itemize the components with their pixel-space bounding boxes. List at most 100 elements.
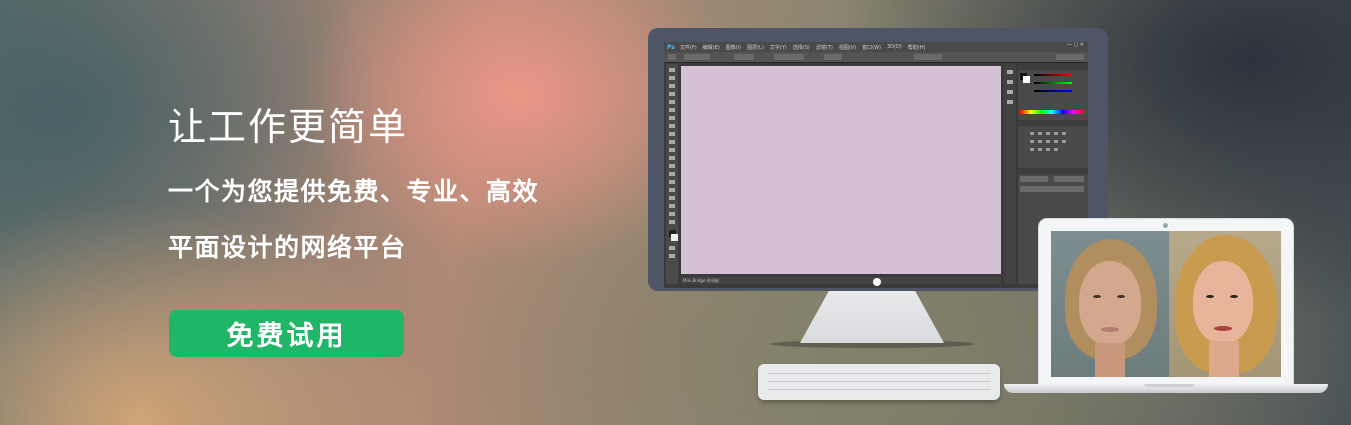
opacity-field[interactable] — [1054, 176, 1084, 182]
lasso-tool-icon[interactable] — [669, 84, 675, 88]
option-field[interactable] — [684, 54, 710, 60]
subline-2: 平面设计的网络平台 — [168, 233, 407, 262]
ps-options-bar — [664, 52, 1088, 63]
key-row — [768, 389, 990, 390]
adjustment-icon[interactable] — [1062, 140, 1066, 143]
marquee-tool-icon[interactable] — [669, 76, 675, 80]
ps-menu-type[interactable]: 文字(Y) — [770, 44, 787, 51]
face — [1079, 261, 1141, 345]
eye — [1117, 295, 1125, 298]
quick-select-tool-icon[interactable] — [669, 92, 675, 96]
character-panel-icon[interactable] — [1007, 90, 1013, 94]
ps-menu-edit[interactable]: 编辑(E) — [703, 44, 720, 51]
adjustment-icon[interactable] — [1046, 140, 1050, 143]
type-tool-icon[interactable] — [669, 188, 675, 192]
adjustment-icon[interactable] — [1038, 132, 1042, 135]
monitor-stand — [800, 291, 944, 343]
hand-tool-icon[interactable] — [669, 212, 675, 216]
color-spectrum[interactable] — [1020, 110, 1084, 114]
document-canvas[interactable] — [681, 66, 1001, 274]
quick-mask-icon[interactable] — [669, 246, 675, 250]
color-panel-tab[interactable] — [1018, 64, 1088, 70]
crop-tool-icon[interactable] — [669, 100, 675, 104]
laptop — [1038, 218, 1294, 386]
tool-preset-icon[interactable] — [668, 54, 676, 60]
adjustment-icon[interactable] — [1030, 140, 1034, 143]
ps-menu-view[interactable]: 视图(V) — [839, 44, 856, 51]
zoom-tool-icon[interactable] — [669, 220, 675, 224]
ps-menu-3d[interactable]: 3D(D) — [887, 44, 902, 50]
power-indicator-icon — [873, 278, 881, 286]
neck — [1095, 343, 1125, 377]
background-color-icon[interactable] — [671, 234, 678, 241]
blue-slider[interactable] — [1034, 90, 1072, 92]
adjustment-icon[interactable] — [1038, 140, 1042, 143]
paragraph-panel-icon[interactable] — [1007, 100, 1013, 104]
green-slider[interactable] — [1034, 82, 1072, 84]
healing-brush-tool-icon[interactable] — [669, 116, 675, 120]
ps-menu-window[interactable]: 窗口(W) — [862, 44, 881, 51]
subline-1: 一个为您提供免费、专业、高效 — [168, 177, 540, 206]
adjustment-icon[interactable] — [1038, 148, 1042, 151]
ps-toolbox — [666, 64, 678, 284]
photoshop-logo: Ps — [667, 43, 675, 51]
adjustment-icon[interactable] — [1054, 148, 1058, 151]
workspace-switcher[interactable] — [1056, 54, 1084, 60]
dodge-tool-icon[interactable] — [669, 172, 675, 176]
ps-status-bar: Mini Bridge 时间轴 — [681, 277, 1001, 284]
eraser-tool-icon[interactable] — [669, 148, 675, 152]
blur-tool-icon[interactable] — [669, 164, 675, 168]
screen-mode-icon[interactable] — [669, 254, 675, 258]
webcam-icon — [1163, 223, 1168, 228]
headline: 让工作更简单 — [168, 105, 409, 149]
properties-panel-icon[interactable] — [1007, 80, 1013, 84]
ps-menu-help[interactable]: 帮助(H) — [908, 44, 926, 51]
layers-panel-tab[interactable] — [1018, 168, 1088, 174]
adjustment-icon[interactable] — [1062, 132, 1066, 135]
portrait-before — [1051, 231, 1169, 377]
free-trial-button[interactable]: 免费试用 — [169, 310, 404, 357]
adjustment-icon[interactable] — [1046, 148, 1050, 151]
adjustment-icon[interactable] — [1030, 148, 1034, 151]
adjustment-icon[interactable] — [1054, 140, 1058, 143]
pen-tool-icon[interactable] — [669, 180, 675, 184]
option-field[interactable] — [734, 54, 754, 60]
bg-swatch[interactable] — [1023, 76, 1030, 83]
history-brush-tool-icon[interactable] — [669, 140, 675, 144]
before-after-photo — [1051, 231, 1281, 377]
option-field[interactable] — [914, 54, 942, 60]
eye — [1230, 295, 1238, 298]
option-field[interactable] — [774, 54, 804, 60]
brush-tool-icon[interactable] — [669, 124, 675, 128]
portrait-after — [1169, 231, 1281, 377]
key-row — [768, 373, 990, 374]
adjustment-icon[interactable] — [1030, 132, 1034, 135]
gradient-tool-icon[interactable] — [669, 156, 675, 160]
panel-dock-icons — [1004, 64, 1016, 284]
window-controls-icon[interactable]: — ▢ ✕ — [1067, 42, 1084, 48]
ps-menu-image[interactable]: 图像(I) — [726, 44, 741, 51]
clone-stamp-tool-icon[interactable] — [669, 132, 675, 136]
laptop-notch — [1144, 384, 1194, 387]
adjustment-icon[interactable] — [1054, 132, 1058, 135]
ps-menu-layer[interactable]: 图层(L) — [747, 44, 764, 51]
path-select-tool-icon[interactable] — [669, 196, 675, 200]
history-panel-icon[interactable] — [1007, 70, 1013, 74]
ps-menu-file[interactable]: 文件(F) — [680, 44, 697, 51]
layer-filter-bar[interactable] — [1020, 186, 1084, 192]
move-tool-icon[interactable] — [669, 68, 675, 72]
ps-menu-select[interactable]: 选择(S) — [793, 44, 810, 51]
neck — [1209, 341, 1239, 377]
lips — [1101, 327, 1119, 332]
adjustments-panel-tab[interactable] — [1018, 120, 1088, 126]
shape-tool-icon[interactable] — [669, 204, 675, 208]
ps-menubar: Ps 文件(F) 编辑(E) 图像(I) 图层(L) 文字(Y) 选择(S) 滤… — [664, 42, 1088, 52]
photoshop-window: Ps 文件(F) 编辑(E) 图像(I) 图层(L) 文字(Y) 选择(S) 滤… — [664, 42, 1088, 288]
blend-mode-select[interactable] — [1020, 176, 1048, 182]
red-slider[interactable] — [1034, 74, 1072, 76]
ps-menu-filter[interactable]: 滤镜(T) — [816, 44, 833, 51]
adjustment-icon[interactable] — [1046, 132, 1050, 135]
option-field[interactable] — [824, 54, 842, 60]
eye — [1206, 295, 1214, 298]
eyedropper-tool-icon[interactable] — [669, 108, 675, 112]
